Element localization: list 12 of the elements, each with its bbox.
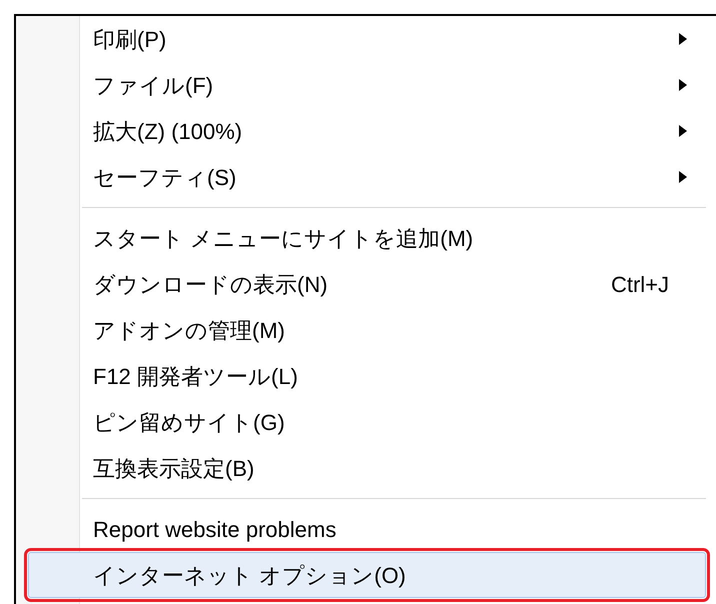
menu-item[interactable]: ピン留めサイト(G): [28, 399, 706, 445]
menu-item[interactable]: 印刷(P): [28, 16, 706, 62]
menu-item[interactable]: 拡大(Z) (100%): [28, 108, 706, 154]
shortcut-text: Ctrl+J: [610, 270, 669, 298]
menu-item[interactable]: セーフティ(S): [28, 154, 706, 200]
menu-item[interactable]: ファイル(F): [28, 62, 706, 108]
menu-item[interactable]: Report website problems: [28, 506, 706, 552]
menu-item[interactable]: F12 開発者ツール(L): [28, 353, 706, 399]
menu-item[interactable]: ダウンロードの表示(N) Ctrl+J: [28, 261, 706, 307]
menu-item[interactable]: アドオンの管理(M): [28, 307, 706, 353]
menu-item[interactable]: スタート メニューにサイトを追加(M): [28, 215, 706, 261]
menu-item[interactable]: 互換表示設定(B): [28, 445, 706, 491]
